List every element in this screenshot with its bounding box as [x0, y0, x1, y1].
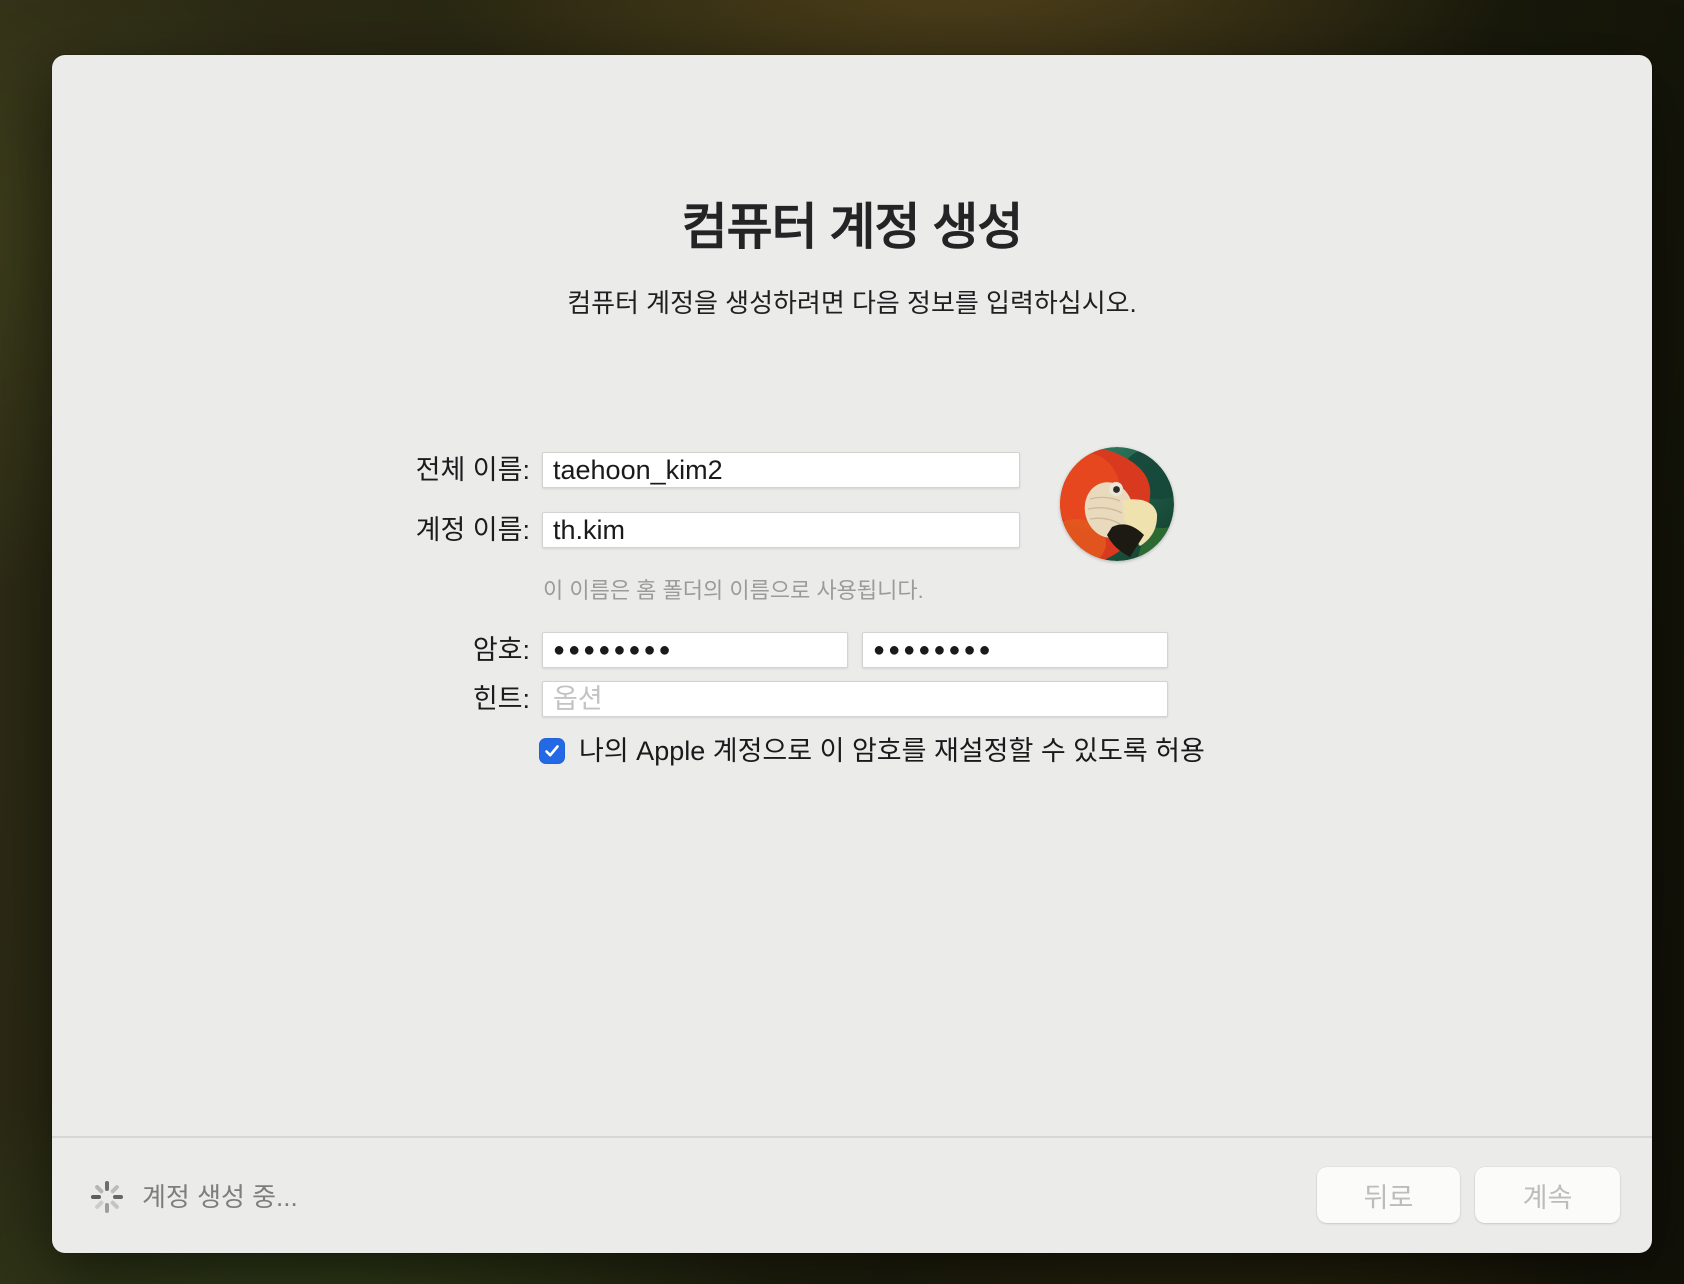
full-name-input[interactable] [542, 452, 1020, 488]
hint-input[interactable] [542, 681, 1168, 717]
password-verify-input[interactable] [862, 632, 1168, 668]
full-name-label: 전체 이름: [300, 452, 530, 488]
apple-reset-checkbox-label: 나의 Apple 계정으로 이 암호를 재설정할 수 있도록 허용 [579, 737, 1205, 766]
page-title: 컴퓨터 계정 생성 [52, 187, 1652, 259]
parrot-avatar-icon [1060, 447, 1174, 561]
account-name-help: 이 이름은 홈 폴더의 이름으로 사용됩니다. [543, 573, 924, 605]
setup-assistant-window: 컴퓨터 계정 생성 컴퓨터 계정을 생성하려면 다음 정보를 입력하십시오. 전… [52, 55, 1652, 1253]
hint-label: 힌트: [300, 681, 530, 717]
password-label: 암호: [300, 632, 530, 668]
continue-button[interactable]: 계속 [1475, 1167, 1620, 1223]
account-name-input[interactable] [542, 512, 1020, 548]
user-avatar[interactable] [1060, 447, 1174, 561]
password-input[interactable] [542, 632, 848, 668]
account-name-label: 계정 이름: [300, 512, 530, 548]
checkmark-icon [543, 742, 561, 760]
page-subtitle: 컴퓨터 계정을 생성하려면 다음 정보를 입력하십시오. [52, 283, 1652, 320]
progress-spinner-icon [89, 1179, 125, 1215]
back-button[interactable]: 뒤로 [1317, 1167, 1460, 1223]
apple-reset-checkbox[interactable] [539, 738, 565, 764]
footer-divider [52, 1136, 1652, 1138]
status-text: 계정 생성 중... [142, 1182, 298, 1212]
